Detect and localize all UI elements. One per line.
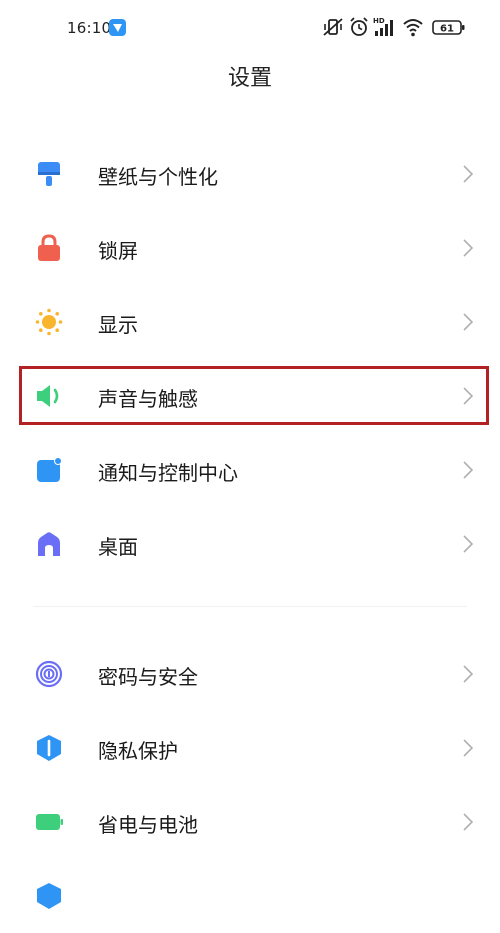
settings-item-label: 桌面: [98, 535, 138, 559]
settings-item-label: 密码与安全: [98, 665, 198, 689]
wallpaper-brush-icon: [38, 162, 60, 186]
settings-item-lockscreen[interactable]: 锁屏: [0, 211, 500, 285]
settings-item-password-security[interactable]: 密码与安全: [0, 637, 500, 711]
settings-item-privacy[interactable]: 隐私保护: [0, 711, 500, 785]
settings-item-wallpaper[interactable]: 壁纸与个性化: [0, 137, 500, 211]
sun-icon: [35, 308, 63, 336]
wifi-icon: [403, 19, 423, 37]
partial-item-icon: [37, 883, 61, 909]
status-time: 16:10: [67, 19, 112, 37]
chevron-right-icon: [463, 461, 474, 479]
hd-label: HD: [373, 17, 385, 25]
settings-item-notifications[interactable]: 通知与控制中心: [0, 433, 500, 507]
chevron-right-icon: [463, 313, 474, 331]
privacy-shield-icon: [37, 735, 61, 761]
status-bar: 16:10 HD 61: [0, 0, 500, 56]
chevron-right-icon: [463, 739, 474, 757]
notification-icon: [37, 457, 62, 482]
settings-item-label: 锁屏: [98, 239, 138, 263]
alarm-icon: [350, 17, 368, 36]
chevron-right-icon: [463, 535, 474, 553]
home-icon: [38, 532, 60, 556]
chevron-right-icon: [463, 239, 474, 257]
signal-icon: HD: [373, 17, 393, 36]
settings-item-display[interactable]: 显示: [0, 285, 500, 359]
page-title: 设置: [227, 66, 272, 91]
chevron-right-icon: [463, 665, 474, 683]
battery-icon: [36, 814, 63, 830]
settings-item-label: 省电与电池: [98, 813, 198, 837]
fingerprint-icon: [35, 660, 63, 688]
settings-item-label: 隐私保护: [98, 739, 178, 763]
battery-level: 61: [440, 24, 454, 35]
chevron-right-icon: [463, 813, 474, 831]
vibrate-off-icon: [323, 18, 343, 36]
settings-item-label: 壁纸与个性化: [98, 165, 218, 189]
settings-item-home-screen[interactable]: 桌面: [0, 507, 500, 581]
settings-item-label: 通知与控制中心: [98, 461, 238, 485]
app-notification-icon: [109, 19, 126, 36]
highlight-box: [19, 366, 489, 425]
group-divider: [33, 606, 467, 607]
settings-item-partial[interactable]: [0, 859, 500, 933]
settings-item-label: 显示: [98, 313, 138, 337]
battery-status-icon: 61: [432, 20, 465, 35]
chevron-right-icon: [463, 165, 474, 183]
lock-icon: [38, 234, 60, 261]
settings-item-battery[interactable]: 省电与电池: [0, 785, 500, 859]
